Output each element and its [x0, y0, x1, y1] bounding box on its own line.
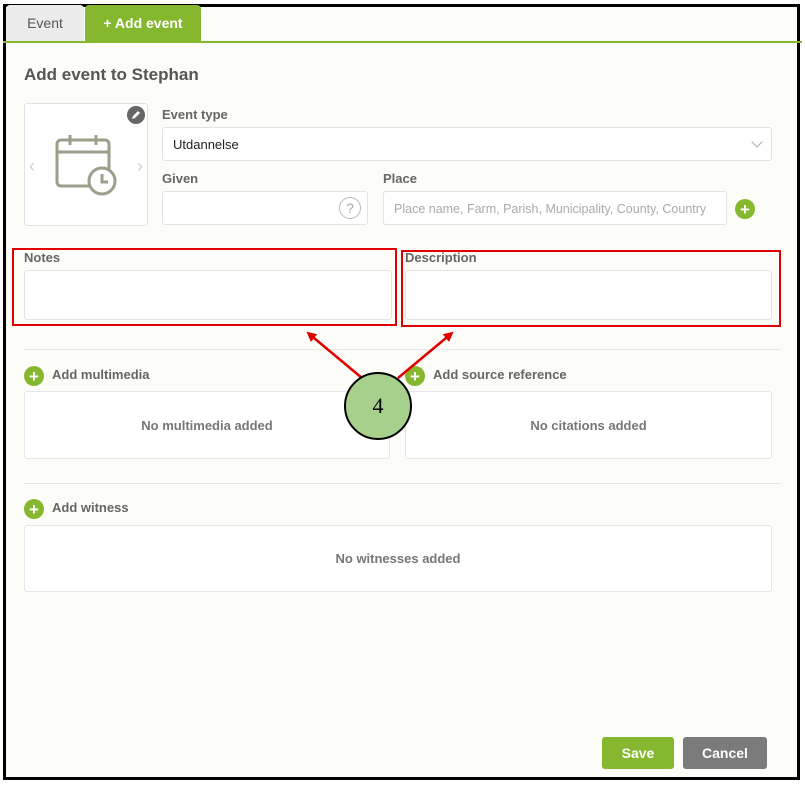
step-callout: 4: [344, 372, 412, 440]
save-button[interactable]: Save: [602, 737, 674, 769]
cancel-button[interactable]: Cancel: [683, 737, 767, 769]
